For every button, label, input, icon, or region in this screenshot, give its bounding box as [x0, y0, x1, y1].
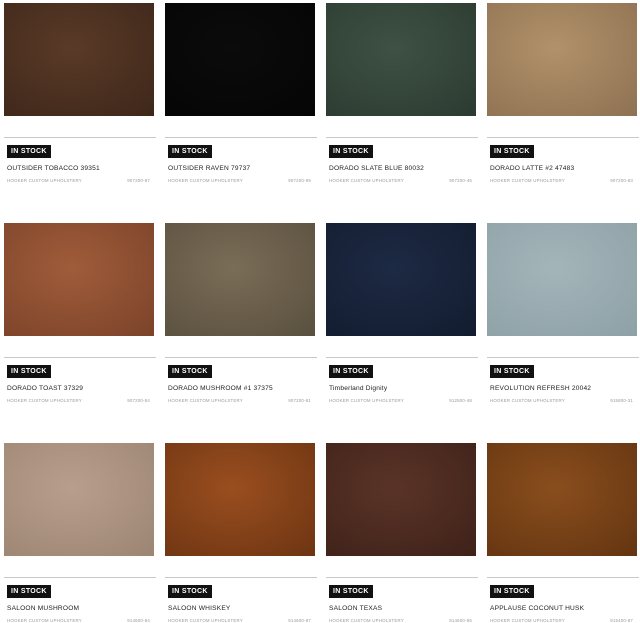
product-brand: HOOKER CUSTOM UPHOLSTERY	[7, 618, 82, 623]
product-name-link[interactable]: DORADO MUSHROOM #1 37375	[168, 385, 315, 392]
divider	[487, 137, 639, 138]
product-meta: HOOKER CUSTOM UPHOLSTERY 907200-84	[7, 398, 150, 403]
in-stock-badge: IN STOCK	[490, 365, 534, 378]
divider	[4, 137, 156, 138]
divider	[165, 137, 317, 138]
product-sku: 907200-45	[449, 178, 472, 183]
product-swatch-image[interactable]	[487, 3, 637, 116]
in-stock-badge: IN STOCK	[329, 365, 373, 378]
product-brand: HOOKER CUSTOM UPHOLSTERY	[490, 178, 565, 183]
product-sku: 907200-87	[127, 178, 150, 183]
product-swatch-image[interactable]	[4, 3, 154, 116]
product-brand: HOOKER CUSTOM UPHOLSTERY	[329, 178, 404, 183]
product-meta: HOOKER CUSTOM UPHOLSTERY 907200-83	[490, 178, 633, 183]
product-name-link[interactable]: DORADO LATTE #2 47483	[490, 165, 637, 172]
in-stock-badge: IN STOCK	[168, 585, 212, 598]
divider	[4, 577, 156, 578]
product-card[interactable]: IN STOCK DORADO SLATE BLUE 80032 HOOKER CU…	[326, 3, 478, 183]
product-swatch-image[interactable]	[326, 3, 476, 116]
product-sku: 907200-81	[288, 398, 311, 403]
product-swatch-image[interactable]	[326, 223, 476, 336]
product-brand: HOOKER CUSTOM UPHOLSTERY	[168, 178, 243, 183]
product-card[interactable]: IN STOCK APPLAUSE COCONUT HUSK HOOKER CUST…	[487, 443, 639, 623]
product-name-link[interactable]: Timberland Dignity	[329, 385, 476, 392]
product-grid: IN STOCK OUTSIDER TOBACCO 39351 HOOKER CUS…	[0, 0, 640, 623]
product-brand: HOOKER CUSTOM UPHOLSTERY	[7, 398, 82, 403]
product-swatch-image[interactable]	[326, 443, 476, 556]
product-name-link[interactable]: SALOON WHISKEY	[168, 605, 315, 612]
product-swatch-image[interactable]	[4, 443, 154, 556]
product-meta: HOOKER CUSTOM UPHOLSTERY 915400-87	[490, 618, 633, 623]
product-name-link[interactable]: APPLAUSE COCONUT HUSK	[490, 605, 637, 612]
in-stock-badge: IN STOCK	[329, 585, 373, 598]
product-card[interactable]: IN STOCK DORADO MUSHROOM #1 37375 HOOKER C…	[165, 223, 317, 403]
divider	[165, 577, 317, 578]
product-meta: HOOKER CUSTOM UPHOLSTERY 914600-84	[7, 618, 150, 623]
in-stock-badge: IN STOCK	[7, 585, 51, 598]
product-card[interactable]: IN STOCK DORADO TOAST 37329 HOOKER CUSTOM …	[4, 223, 156, 403]
product-swatch-image[interactable]	[487, 443, 637, 556]
product-sku: 915800-31	[610, 398, 633, 403]
divider	[165, 357, 317, 358]
product-swatch-image[interactable]	[165, 223, 315, 336]
product-swatch-image[interactable]	[487, 223, 637, 336]
product-brand: HOOKER CUSTOM UPHOLSTERY	[490, 398, 565, 403]
product-card[interactable]: IN STOCK SALOON MUSHROOM HOOKER CUSTOM UPH…	[4, 443, 156, 623]
divider	[487, 357, 639, 358]
product-sku: 907200-83	[610, 178, 633, 183]
divider	[326, 577, 478, 578]
product-brand: HOOKER CUSTOM UPHOLSTERY	[7, 178, 82, 183]
product-sku: 914600-85	[449, 618, 472, 623]
product-swatch-image[interactable]	[4, 223, 154, 336]
product-brand: HOOKER CUSTOM UPHOLSTERY	[168, 618, 243, 623]
in-stock-badge: IN STOCK	[168, 145, 212, 158]
divider	[326, 137, 478, 138]
product-card[interactable]: IN STOCK OUTSIDER TOBACCO 39351 HOOKER CUS…	[4, 3, 156, 183]
divider	[487, 577, 639, 578]
product-meta: HOOKER CUSTOM UPHOLSTERY 912500-48	[329, 398, 472, 403]
product-brand: HOOKER CUSTOM UPHOLSTERY	[168, 398, 243, 403]
product-sku: 914600-87	[288, 618, 311, 623]
product-name-link[interactable]: REVOLUTION REFRESH 20042	[490, 385, 637, 392]
product-sku: 914600-84	[127, 618, 150, 623]
in-stock-badge: IN STOCK	[329, 145, 373, 158]
product-brand: HOOKER CUSTOM UPHOLSTERY	[490, 618, 565, 623]
product-name-link[interactable]: OUTSIDER TOBACCO 39351	[7, 165, 154, 172]
in-stock-badge: IN STOCK	[7, 365, 51, 378]
product-sku: 912500-48	[449, 398, 472, 403]
product-card[interactable]: IN STOCK SALOON WHISKEY HOOKER CUSTOM UPHO…	[165, 443, 317, 623]
product-meta: HOOKER CUSTOM UPHOLSTERY 914600-85	[329, 618, 472, 623]
product-name-link[interactable]: DORADO TOAST 37329	[7, 385, 154, 392]
product-card[interactable]: IN STOCK SALOON TEXAS HOOKER CUSTOM UPHOLS…	[326, 443, 478, 623]
product-meta: HOOKER CUSTOM UPHOLSTERY 907200-87	[7, 178, 150, 183]
in-stock-badge: IN STOCK	[168, 365, 212, 378]
product-sku: 907200-84	[127, 398, 150, 403]
in-stock-badge: IN STOCK	[490, 145, 534, 158]
product-card[interactable]: IN STOCK REVOLUTION REFRESH 20042 HOOKER C…	[487, 223, 639, 403]
product-card[interactable]: IN STOCK OUTSIDER RAVEN 79737 HOOKER CUSTO…	[165, 3, 317, 183]
product-brand: HOOKER CUSTOM UPHOLSTERY	[329, 398, 404, 403]
in-stock-badge: IN STOCK	[7, 145, 51, 158]
product-name-link[interactable]: SALOON TEXAS	[329, 605, 476, 612]
product-meta: HOOKER CUSTOM UPHOLSTERY 907200-81	[168, 398, 311, 403]
product-sku: 907200-99	[288, 178, 311, 183]
product-name-link[interactable]: OUTSIDER RAVEN 79737	[168, 165, 315, 172]
in-stock-badge: IN STOCK	[490, 585, 534, 598]
product-swatch-image[interactable]	[165, 3, 315, 116]
product-meta: HOOKER CUSTOM UPHOLSTERY 907200-45	[329, 178, 472, 183]
product-name-link[interactable]: DORADO SLATE BLUE 80032	[329, 165, 476, 172]
product-meta: HOOKER CUSTOM UPHOLSTERY 915800-31	[490, 398, 633, 403]
divider	[4, 357, 156, 358]
product-meta: HOOKER CUSTOM UPHOLSTERY 914600-87	[168, 618, 311, 623]
product-sku: 915400-87	[610, 618, 633, 623]
product-swatch-image[interactable]	[165, 443, 315, 556]
product-name-link[interactable]: SALOON MUSHROOM	[7, 605, 154, 612]
product-meta: HOOKER CUSTOM UPHOLSTERY 907200-99	[168, 178, 311, 183]
product-card[interactable]: IN STOCK DORADO LATTE #2 47483 HOOKER CUST…	[487, 3, 639, 183]
product-card[interactable]: IN STOCK Timberland Dignity HOOKER CUSTOM …	[326, 223, 478, 403]
product-brand: HOOKER CUSTOM UPHOLSTERY	[329, 618, 404, 623]
divider	[326, 357, 478, 358]
